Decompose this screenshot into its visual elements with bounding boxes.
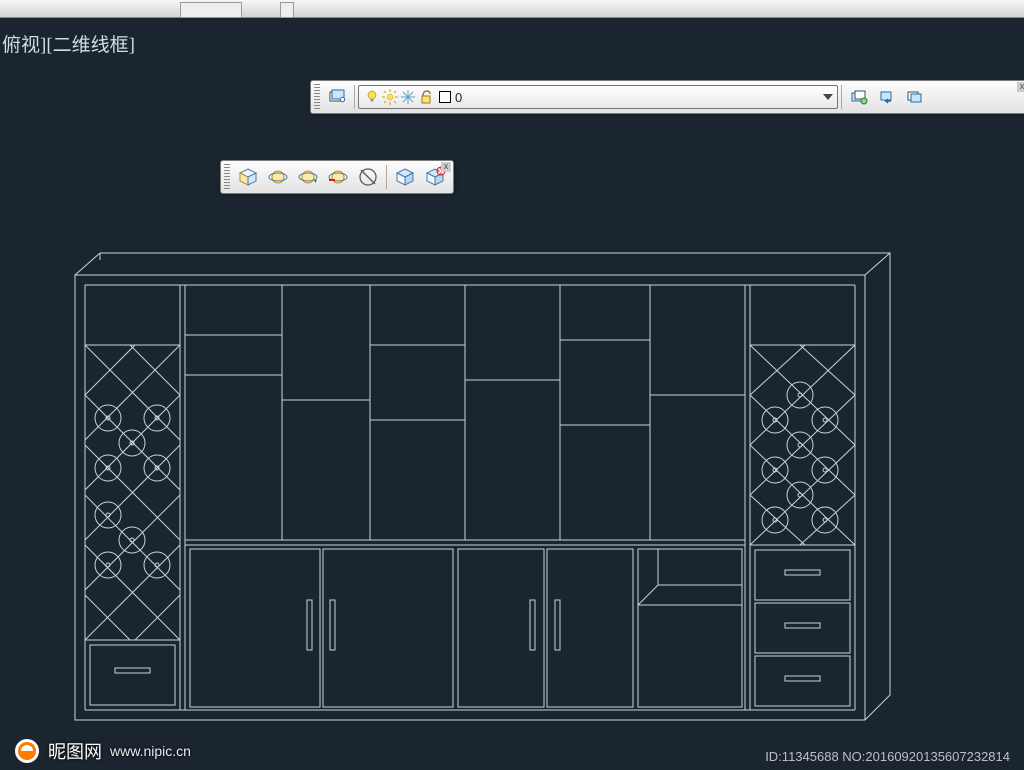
- watermark-logo-icon: [14, 738, 40, 764]
- walk-icon: [394, 166, 416, 188]
- layer-filter-icon: [906, 88, 924, 106]
- lock-open-icon: [417, 88, 435, 106]
- walk-button[interactable]: [391, 163, 419, 191]
- cabinet-wireframe: [70, 245, 900, 725]
- layer-properties-button[interactable]: [324, 84, 350, 110]
- layer-filter-button[interactable]: [902, 84, 928, 110]
- layer-properties-icon: [328, 88, 346, 106]
- toolbar-separator: [354, 85, 355, 109]
- toolbar-grip[interactable]: [224, 164, 230, 190]
- watermark: 昵图网 www.nipic.cn: [14, 738, 191, 764]
- watermark-site-name: 昵图网: [48, 738, 102, 764]
- drawing-canvas[interactable]: [70, 245, 900, 725]
- toolbar-separator: [841, 85, 842, 109]
- 3d-box-button[interactable]: [234, 163, 262, 191]
- orbit-continuous-button[interactable]: [324, 163, 352, 191]
- viewport-label[interactable]: 俯视][二维线框]: [2, 30, 135, 57]
- orbit-free-icon: [297, 166, 319, 188]
- orbit-constrained-button[interactable]: [264, 163, 292, 191]
- layer-toolbar[interactable]: 0 x: [310, 80, 1024, 114]
- snowflake-icon: [399, 88, 417, 106]
- layer-previous-icon: [878, 88, 896, 106]
- swivel-icon: [357, 166, 379, 188]
- watermark-url: www.nipic.cn: [110, 743, 191, 759]
- toolbar-close-button[interactable]: x: [1017, 82, 1024, 92]
- layer-states-icon: [850, 88, 868, 106]
- toolbar-grip[interactable]: [314, 84, 320, 110]
- layer-previous-button[interactable]: [874, 84, 900, 110]
- orbit-free-button[interactable]: [294, 163, 322, 191]
- layer-color-swatch: [439, 91, 451, 103]
- footer-id: ID:11345688 NO:20160920135607232814: [765, 749, 1010, 764]
- layer-states-button[interactable]: [846, 84, 872, 110]
- ribbon-strip: [0, 0, 1024, 18]
- toolbar-separator: [386, 165, 387, 189]
- lightbulb-icon: [363, 88, 381, 106]
- orbit-constrained-icon: [267, 166, 289, 188]
- 3d-box-icon: [237, 166, 259, 188]
- sun-icon: [381, 88, 399, 106]
- chevron-down-icon: [823, 94, 833, 100]
- nav-toolbar[interactable]: x: [220, 160, 454, 194]
- current-layer-name: 0: [455, 90, 462, 105]
- layer-dropdown[interactable]: 0: [358, 85, 838, 109]
- orbit-continuous-icon: [327, 166, 349, 188]
- swivel-button[interactable]: [354, 163, 382, 191]
- toolbar-close-button[interactable]: x: [441, 162, 451, 172]
